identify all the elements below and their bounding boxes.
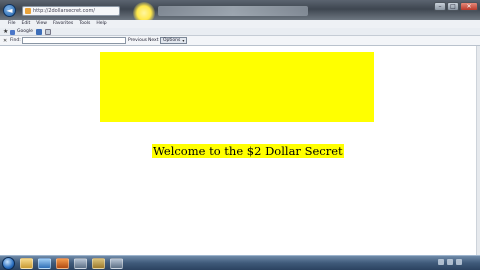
page-content: Welcome to the $2 Dollar Secret	[0, 46, 476, 255]
find-label: Find:	[10, 38, 21, 43]
find-bar: ✕ Find: Previous Next Options ▾	[0, 36, 480, 46]
find-options-label: Options	[163, 37, 181, 43]
taskbar-browser-icon[interactable]	[38, 258, 51, 269]
find-options-button[interactable]: Options ▾	[160, 37, 188, 44]
find-next-button[interactable]: Next	[148, 37, 158, 45]
window-controls: – □ ✕	[434, 2, 478, 11]
page-favicon-icon	[25, 8, 31, 14]
welcome-heading: Welcome to the $2 Dollar Secret	[152, 144, 344, 158]
menu-favorites[interactable]: Favorites	[53, 20, 73, 28]
favorite-google-label: Google	[17, 29, 33, 34]
taskbar-app-icon[interactable]	[110, 258, 123, 269]
favorite-google-link[interactable]: Google	[10, 29, 33, 35]
find-previous-button[interactable]: Previous	[128, 37, 147, 45]
yellow-banner	[100, 52, 374, 122]
maximize-button[interactable]: □	[447, 2, 459, 11]
browser-titlebar: ◄ http://2dollarsecret.com/ – □ ✕	[0, 0, 480, 24]
favorites-star-icon[interactable]: ★	[3, 28, 8, 36]
minimize-button[interactable]: –	[434, 2, 446, 11]
menu-help[interactable]: Help	[96, 20, 106, 28]
find-input[interactable]	[22, 37, 126, 44]
favorites-bar: ★ Google	[0, 28, 480, 36]
tray-volume-icon[interactable]	[447, 259, 453, 265]
system-tray	[438, 259, 462, 265]
menu-tools[interactable]: Tools	[79, 20, 90, 28]
tab-strip[interactable]	[158, 6, 308, 16]
menu-bar: File Edit View Favorites Tools Help	[0, 20, 480, 28]
tray-network-icon[interactable]	[438, 259, 444, 265]
taskbar-app-icon[interactable]	[74, 258, 87, 269]
taskbar-media-icon[interactable]	[56, 258, 69, 269]
back-arrow-icon[interactable]: ◄	[3, 4, 16, 17]
tray-flag-icon[interactable]	[456, 259, 462, 265]
find-close-icon[interactable]: ✕	[3, 37, 7, 45]
close-button[interactable]: ✕	[460, 2, 478, 11]
chevron-down-icon: ▾	[182, 37, 185, 43]
address-bar[interactable]: http://2dollarsecret.com/	[22, 6, 120, 16]
favorite-link-icon[interactable]	[45, 29, 51, 35]
windows-taskbar	[0, 255, 480, 270]
taskbar-clock[interactable]	[463, 258, 477, 269]
windows-start-icon[interactable]	[2, 257, 15, 270]
favorite-link-icon[interactable]	[36, 29, 42, 35]
google-icon	[10, 29, 15, 35]
menu-view[interactable]: View	[36, 20, 47, 28]
menu-file[interactable]: File	[8, 20, 16, 28]
menu-edit[interactable]: Edit	[22, 20, 31, 28]
vertical-scrollbar[interactable]	[476, 46, 480, 255]
taskbar-folder-icon[interactable]	[20, 258, 33, 269]
address-url: http://2dollarsecret.com/	[33, 8, 95, 14]
taskbar-active-app-icon[interactable]	[92, 258, 105, 269]
